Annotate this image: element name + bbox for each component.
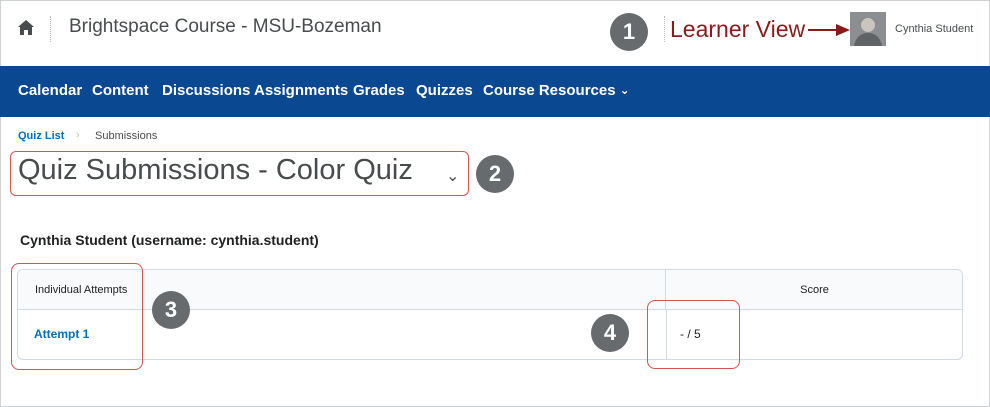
user-name[interactable]: Cynthia Student [895,23,973,35]
callout-4: 4 [591,314,629,352]
header-divider [50,16,51,42]
chevron-down-icon: ⌄ [619,83,630,97]
chevron-down-icon[interactable]: ⌄ [446,166,459,186]
callout-2: 2 [476,155,514,193]
header: Brightspace Course - MSU-Bozeman 1 Learn… [0,0,990,65]
nav-item-quizzes[interactable]: Quizzes [416,82,473,99]
nav-item-calendar[interactable]: Calendar [18,82,82,99]
callout-3: 3 [152,291,190,329]
learner-view-annotation: Learner View [670,16,806,42]
home-icon[interactable] [16,18,36,38]
arrow-right-icon [808,24,850,36]
user-heading: Cynthia Student (username: cynthia.stude… [20,232,319,248]
breadcrumb-separator-icon: › [76,129,80,141]
nav-item-course-resources[interactable]: Course Resources ⌄ [483,82,630,99]
attempts-highlight-box [11,263,143,370]
nav-bar: Calendar Content Discussions Assignments… [0,66,990,117]
score-highlight-box [647,300,740,369]
breadcrumb-current: Submissions [95,130,158,142]
nav-item-assignments[interactable]: Assignments [254,82,348,99]
breadcrumb-quiz-list[interactable]: Quiz List [18,130,64,142]
course-title[interactable]: Brightspace Course - MSU-Bozeman [69,16,382,38]
avatar[interactable] [850,12,886,46]
nav-item-content[interactable]: Content [92,82,149,99]
nav-item-discussions[interactable]: Discussions [162,82,250,99]
nav-item-course-resources-label: Course Resources [483,82,616,99]
nav-item-grades[interactable]: Grades [353,82,405,99]
callout-1: 1 [610,13,648,51]
page-title: Quiz Submissions - Color Quiz [18,154,413,186]
header-divider [664,16,665,42]
